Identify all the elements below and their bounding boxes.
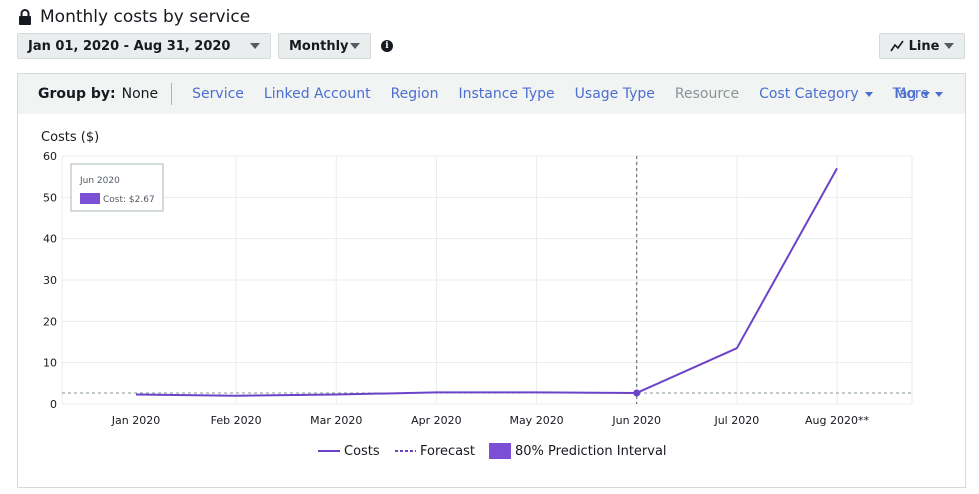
x-tick-label: Jun 2020 [611, 414, 661, 427]
y-tick-label: 40 [43, 233, 57, 246]
x-tick-label: Apr 2020 [411, 414, 462, 427]
y-tick-label: 60 [43, 150, 57, 163]
grid-lines [61, 155, 913, 405]
y-tick-label: 20 [43, 315, 57, 328]
tooltip-title: Jun 2020 [79, 176, 120, 186]
x-tick-label: Jul 2020 [713, 414, 759, 427]
legend-prediction-label: 80% Prediction Interval [515, 444, 667, 459]
y-axis-ticks: 0 10 20 30 40 50 60 [43, 150, 57, 411]
legend-costs-label: Costs [344, 444, 380, 459]
x-axis-ticks: Jan 2020 Feb 2020 Mar 2020 Apr 2020 May 2020… [111, 414, 870, 427]
x-tick-label: May 2020 [509, 414, 563, 427]
x-tick-label: Mar 2020 [310, 414, 362, 427]
series-line-costs [135, 391, 637, 397]
legend-prediction-swatch [489, 443, 511, 459]
highlight-point [633, 389, 641, 397]
x-tick-label: Feb 2020 [211, 414, 262, 427]
chart-legend: Costs Forecast 80% Prediction Interval [318, 443, 667, 459]
y-axis-label: Costs ($) [41, 130, 99, 145]
chart-tooltip: Jun 2020 Cost: $2.67 [70, 163, 164, 212]
y-tick-label: 50 [43, 191, 57, 204]
x-tick-label: Jan 2020 [111, 414, 160, 427]
tooltip-value: Cost: $2.67 [103, 195, 155, 205]
y-tick-label: 0 [50, 398, 57, 411]
y-tick-label: 10 [43, 357, 57, 370]
y-tick-label: 30 [43, 274, 57, 287]
cost-line-chart: Costs ($) 0 10 20 30 40 50 60 Jan 2020 Feb 2020… [41, 130, 913, 459]
tooltip-swatch [80, 193, 100, 204]
x-tick-label: Aug 2020** [805, 414, 869, 427]
legend-forecast-label: Forecast [420, 444, 475, 459]
